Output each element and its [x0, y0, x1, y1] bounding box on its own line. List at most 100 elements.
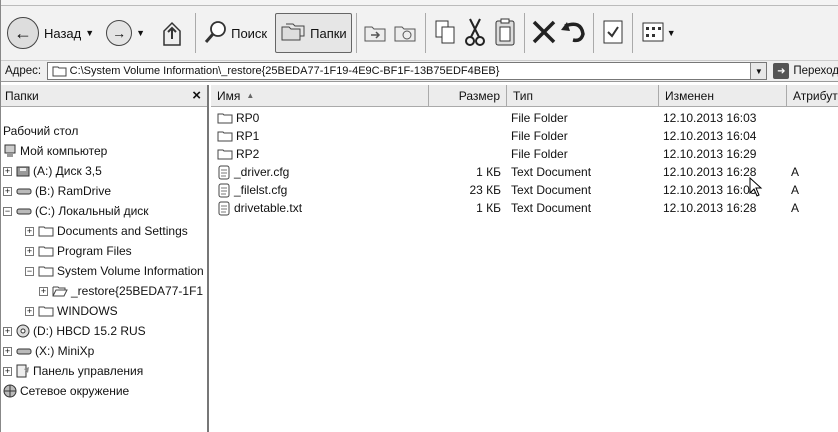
expand-icon[interactable]: +	[3, 366, 12, 376]
toolbar-separator	[195, 13, 197, 53]
text-file-icon	[217, 165, 231, 180]
file-name: RP2	[236, 147, 260, 161]
folders-pane-title: Папки	[5, 88, 39, 103]
column-attributes-label: Атрибуты	[793, 88, 838, 103]
file-name-cell: _driver.cfg	[217, 163, 289, 181]
back-button[interactable]: ← Назад ▼	[3, 13, 102, 53]
expand-icon[interactable]: +	[3, 166, 12, 176]
file-modified: 12.10.2013 16:04	[663, 129, 757, 143]
column-header-type[interactable]: Тип	[507, 85, 659, 107]
folders-button[interactable]: Папки	[275, 13, 352, 53]
expand-icon[interactable]: +	[3, 326, 12, 336]
file-name: drivetable.txt	[234, 201, 303, 215]
folder-open-icon	[52, 285, 68, 297]
tree-item-documents-and-settings[interactable]: + Documents and Settings	[25, 221, 188, 241]
column-header-name[interactable]: Имя ▲	[211, 85, 429, 107]
toolbar-separator	[631, 13, 633, 53]
properties-button[interactable]	[598, 16, 628, 50]
address-input[interactable]: C:\System Volume Information\_restore{25…	[46, 62, 768, 80]
tree-item-label: WINDOWS	[57, 304, 118, 318]
file-row[interactable]: _driver.cfg 1 КБ Text Document 12.10.201…	[211, 163, 838, 181]
paste-button[interactable]	[490, 16, 520, 50]
tree-item-drive-c[interactable]: − (C:) Локальный диск	[3, 201, 149, 221]
column-header-modified[interactable]: Изменен	[659, 85, 787, 107]
sort-ascending-icon: ▲	[246, 91, 255, 100]
tree-item-label: (B:) RamDrive	[35, 184, 112, 198]
cut-button[interactable]	[460, 16, 490, 50]
tree-item-system-volume-information[interactable]: − System Volume Information	[25, 261, 204, 281]
folder-icon	[38, 245, 54, 257]
go-label: Переход	[793, 65, 838, 77]
column-header-attributes[interactable]: Атрибуты	[787, 85, 838, 107]
expand-icon[interactable]: +	[25, 306, 34, 316]
file-size	[429, 127, 501, 145]
tree-item-control-panel[interactable]: + Панель управления	[3, 361, 143, 381]
tree-item-windows[interactable]: + WINDOWS	[25, 301, 118, 321]
search-icon	[204, 19, 228, 48]
file-attributes: A	[791, 165, 800, 179]
expand-icon[interactable]: +	[25, 226, 34, 236]
tree-item-label: Рабочий стол	[3, 124, 79, 138]
collapse-icon[interactable]: −	[3, 206, 12, 216]
file-modified: 12.10.2013 16:29	[663, 147, 757, 161]
expand-icon[interactable]: +	[39, 286, 48, 296]
tree-item-drive-d[interactable]: + (D:) HBCD 15.2 RUS	[3, 321, 146, 341]
expand-icon[interactable]: +	[3, 186, 12, 196]
copy-to-icon	[393, 19, 419, 48]
undo-button[interactable]	[559, 16, 589, 50]
collapse-icon[interactable]: −	[25, 266, 34, 276]
folder-icon	[38, 265, 54, 277]
copy-button[interactable]	[430, 16, 460, 50]
address-bar: Адрес: C:\System Volume Information\_res…	[1, 60, 838, 82]
control-panel-icon	[16, 364, 30, 378]
forward-button[interactable]: → ▼	[102, 13, 153, 53]
tree-item-label: _restore{25BEDA77-1F1	[71, 284, 204, 298]
folder-icon	[38, 305, 54, 317]
tree-item-my-computer[interactable]: Мой компьютер	[3, 141, 107, 161]
text-file-icon	[217, 201, 231, 216]
go-button[interactable]: ➜ Переход	[773, 63, 838, 79]
views-button[interactable]: ▼	[637, 13, 684, 53]
move-to-icon	[363, 19, 389, 48]
file-row[interactable]: _filelst.cfg 23 КБ Text Document 12.10.2…	[211, 181, 838, 199]
tree-item-drive-a[interactable]: + (A:) Диск 3,5	[3, 161, 102, 181]
column-header-size[interactable]: Размер	[429, 85, 507, 107]
expand-icon[interactable]: +	[25, 246, 34, 256]
search-button[interactable]: Поиск	[200, 13, 271, 53]
file-row[interactable]: RP1 File Folder 12.10.2013 16:04	[211, 127, 838, 145]
tree-item-desktop[interactable]: Рабочий стол	[3, 121, 78, 141]
expand-icon[interactable]: +	[3, 346, 12, 356]
drive-icon	[16, 345, 32, 357]
folders-button-label: Папки	[310, 25, 347, 41]
close-icon[interactable]: ×	[192, 87, 201, 104]
tree-item-restore[interactable]: + _restore{25BEDA77-1F1	[39, 281, 203, 301]
file-row[interactable]: drivetable.txt 1 КБ Text Document 12.10.…	[211, 199, 838, 217]
up-folder-button[interactable]	[153, 13, 191, 53]
tree-item-program-files[interactable]: + Program Files	[25, 241, 132, 261]
file-name: _driver.cfg	[234, 165, 290, 179]
address-dropdown-icon[interactable]: ▼	[750, 63, 767, 79]
file-row[interactable]: RP0 File Folder 12.10.2013 16:03	[211, 109, 838, 127]
text-file-icon	[217, 183, 231, 198]
folders-pane-header: Папки ×	[1, 85, 207, 107]
file-name-cell: drivetable.txt	[217, 199, 302, 217]
toolbar-separator	[592, 13, 594, 53]
file-row[interactable]: RP2 File Folder 12.10.2013 16:29	[211, 145, 838, 163]
file-modified: 12.10.2013 16:03	[663, 111, 757, 125]
delete-button[interactable]	[529, 16, 559, 50]
tree-item-network[interactable]: Сетевое окружение	[3, 381, 129, 401]
file-name-cell: RP2	[217, 145, 259, 163]
delete-icon	[530, 18, 558, 49]
tree-item-drive-x[interactable]: + (X:) MiniXp	[3, 341, 94, 361]
file-name-cell: _filelst.cfg	[217, 181, 287, 199]
file-type: File Folder	[511, 147, 568, 161]
move-to-button[interactable]	[361, 16, 391, 50]
drive-icon	[16, 185, 32, 197]
address-label: Адрес:	[5, 65, 42, 77]
file-size: 23 КБ	[469, 183, 501, 197]
undo-icon	[559, 18, 589, 49]
tree-item-label: Documents and Settings	[57, 224, 188, 238]
folder-icon	[217, 130, 233, 142]
copy-to-button[interactable]	[391, 16, 421, 50]
tree-item-drive-b[interactable]: + (B:) RamDrive	[3, 181, 111, 201]
